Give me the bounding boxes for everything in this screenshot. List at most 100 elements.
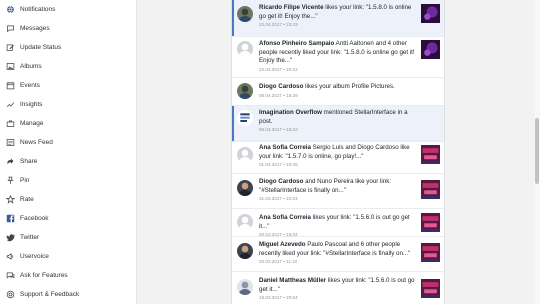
trend-icon <box>5 100 15 110</box>
sidebar-item-albums[interactable]: Albums <box>0 57 42 76</box>
notification-timestamp: 22.04.2017 • 20:22 <box>259 66 298 72</box>
avatar[interactable] <box>237 243 253 259</box>
notification-item[interactable]: Imagination Overflow mentioned StellarIn… <box>232 106 444 142</box>
notification-text: Diogo Cardoso likes your album Profile P… <box>259 83 415 99</box>
sidebar-item-manage[interactable]: Manage <box>0 114 44 133</box>
avatar[interactable] <box>237 6 253 22</box>
sidebar-item-support-feedback[interactable]: Support & Feedback <box>0 285 79 304</box>
notification-text: Ana Sofia Correia Sergio Luis and Diogo … <box>259 144 415 168</box>
sidebar-item-label: Pin <box>20 177 30 184</box>
notification-item[interactable]: Diogo Cardoso and Nuno Pereira like your… <box>232 174 444 209</box>
briefcase-icon <box>5 119 15 129</box>
pin-icon <box>5 176 15 186</box>
megaphone-icon <box>5 252 15 262</box>
notification-thumbnail[interactable] <box>421 145 440 164</box>
sidebar-item-update-status[interactable]: Update Status <box>0 38 61 57</box>
notification-item[interactable]: Miguel Azevedo Paulo Pascoal and 6 other… <box>232 237 444 272</box>
sidebar-item-label: Messages <box>20 25 50 32</box>
notification-sender[interactable]: Imagination Overflow <box>259 109 322 116</box>
notification-thumbnail[interactable] <box>421 213 440 232</box>
sidebar-item-label: Uservoice <box>20 253 49 260</box>
notification-text: Miguel Azevedo Paulo Pascoal and 6 other… <box>259 241 415 265</box>
avatar[interactable] <box>237 83 253 99</box>
notifications-feed: Ricardo Filipe Vicente likes your link: … <box>231 0 445 304</box>
notification-sender[interactable]: Ricardo Filipe Vicente <box>259 4 324 11</box>
notification-timestamp: 31.03.2017 • 22:04 <box>259 196 298 202</box>
notification-sender[interactable]: Afonso Pinheiro Sampaio <box>259 40 334 47</box>
chat-icon <box>5 24 15 34</box>
sidebar-item-label: Update Status <box>20 44 62 51</box>
newspaper-icon <box>5 138 15 148</box>
avatar[interactable] <box>237 147 253 163</box>
scrollbar-thumb[interactable] <box>535 118 539 184</box>
sidebar-item-rate[interactable]: Rate <box>0 190 34 209</box>
sidebar-item-label: Notifications <box>20 6 56 13</box>
sidebar-item-messages[interactable]: Messages <box>0 19 50 38</box>
notification-item[interactable]: Daniel Mattheas Müller likes your link: … <box>232 272 444 304</box>
notification-timestamp: 01.04.2017 • 10:46 <box>259 162 298 168</box>
edit-icon <box>5 43 15 53</box>
avatar[interactable] <box>237 279 253 295</box>
notification-timestamp: 22.04.2017 • 23:43 <box>259 22 298 28</box>
sidebar-item-pin[interactable]: Pin <box>0 171 29 190</box>
notification-text: Daniel Mattheas Müller likes your link: … <box>259 277 415 301</box>
notification-sender[interactable]: Ana Sofia Correia <box>259 214 311 221</box>
notification-timestamp: 20.03.2017 • 11:42 <box>259 259 298 265</box>
notification-text: Diogo Cardoso and Nuno Pereira like your… <box>259 178 415 202</box>
sidebar-item-label: Manage <box>20 120 44 127</box>
globe-icon <box>5 5 15 15</box>
sidebar-item-uservoice[interactable]: Uservoice <box>0 247 49 266</box>
sidebar-item-label: Share <box>20 158 38 165</box>
notification-thumbnail[interactable] <box>421 4 440 23</box>
notification-item[interactable]: Afonso Pinheiro Sampaio Antti Aaltonen a… <box>232 37 444 78</box>
notification-item[interactable]: Ricardo Filipe Vicente likes your link: … <box>232 0 444 37</box>
avatar[interactable] <box>237 110 253 126</box>
notification-sender[interactable]: Ana Sofia Correia <box>259 144 311 151</box>
notification-timestamp: 06.04.2017 • 16:29 <box>259 92 298 98</box>
notification-sender[interactable]: Miguel Azevedo <box>259 241 306 248</box>
notification-text: Afonso Pinheiro Sampaio Antti Aaltonen a… <box>259 40 415 73</box>
avatar[interactable] <box>237 41 253 57</box>
sidebar-item-label: Twitter <box>20 234 40 241</box>
calendar-icon <box>5 81 15 91</box>
notification-text: Ana Sofia Correia likes your link: "1.5.… <box>259 214 415 238</box>
twitter-icon <box>5 233 15 243</box>
facebook-icon <box>5 214 15 224</box>
notification-thumbnail[interactable] <box>421 279 440 298</box>
sidebar-item-label: Ask for Features <box>20 272 68 279</box>
notification-text: Ricardo Filipe Vicente likes your link: … <box>259 4 415 28</box>
share-icon <box>5 157 15 167</box>
notification-item[interactable]: Diogo Cardoso likes your album Profile P… <box>232 78 444 106</box>
sidebar-item-label: Facebook <box>20 215 49 222</box>
notification-item[interactable]: Ana Sofia Correia Sergio Luis and Diogo … <box>232 142 444 174</box>
notification-sender[interactable]: Diogo Cardoso <box>259 83 303 90</box>
notification-timestamp: 19.03.2017 • 20:54 <box>259 295 298 301</box>
star-icon <box>5 195 15 205</box>
sidebar-item-label: Support & Feedback <box>20 291 80 298</box>
lifebuoy-icon <box>5 290 15 300</box>
sidebar-item-ask-for-features[interactable]: Ask for Features <box>0 266 68 285</box>
sidebar-item-label: Insights <box>20 101 43 108</box>
sidebar-item-facebook[interactable]: Facebook <box>0 209 49 228</box>
notification-thumbnail[interactable] <box>421 243 440 262</box>
scrollbar[interactable] <box>534 0 540 304</box>
notification-timestamp: 06.04.2017 • 16:23 <box>259 127 298 133</box>
avatar[interactable] <box>237 180 253 196</box>
sidebar-item-label: Events <box>20 82 40 89</box>
notification-sender[interactable]: Diogo Cardoso <box>259 178 303 185</box>
notification-item[interactable]: Ana Sofia Correia likes your link: "1.5.… <box>232 209 444 237</box>
avatar[interactable] <box>237 214 253 230</box>
sidebar-item-label: News Feed <box>20 139 53 146</box>
sidebar-item-news-feed[interactable]: News Feed <box>0 133 53 152</box>
image-icon <box>5 62 15 72</box>
notification-sender[interactable]: Daniel Mattheas Müller <box>259 277 326 284</box>
chat-bubble-icon <box>5 271 15 281</box>
sidebar-item-notifications[interactable]: Notifications <box>0 0 55 19</box>
notification-thumbnail[interactable] <box>421 40 440 59</box>
notification-thumbnail[interactable] <box>421 180 440 199</box>
sidebar-item-share[interactable]: Share <box>0 152 37 171</box>
sidebar-item-events[interactable]: Events <box>0 76 40 95</box>
sidebar-item-label: Rate <box>20 196 34 203</box>
sidebar-item-insights[interactable]: Insights <box>0 95 42 114</box>
sidebar-item-twitter[interactable]: Twitter <box>0 228 39 247</box>
